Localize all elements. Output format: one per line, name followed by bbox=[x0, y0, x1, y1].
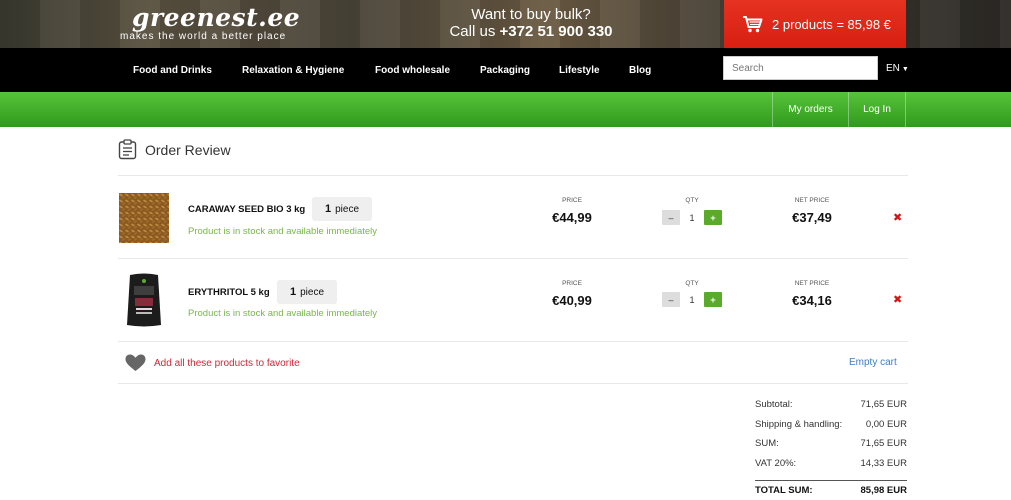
net-price: €37,49 bbox=[792, 210, 832, 225]
account-bar: My orders Log In bbox=[0, 92, 1011, 127]
product-name[interactable]: CARAWAY SEED BIO 3 kg bbox=[188, 204, 305, 215]
totals-value: 71,65 EUR bbox=[860, 438, 907, 449]
nav-blog[interactable]: Blog bbox=[629, 65, 651, 76]
increase-qty-button[interactable]: + bbox=[704, 292, 722, 307]
totals-row-shipping: Shipping & handling: 0,00 EUR bbox=[755, 419, 907, 439]
quantity-stepper: – + bbox=[662, 210, 722, 225]
piece-count-badge: 1 piece bbox=[277, 280, 338, 304]
qty-label: QTY bbox=[685, 280, 699, 287]
add-to-favorites-button[interactable]: Add all these products to favorite bbox=[125, 354, 300, 372]
net-price: €34,16 bbox=[792, 293, 832, 308]
clipboard-list-icon bbox=[118, 139, 137, 160]
price-label: PRICE bbox=[562, 197, 582, 204]
remove-item-icon[interactable]: ✖ bbox=[893, 293, 902, 306]
product-name[interactable]: ERYTHRITOL 5 kg bbox=[188, 287, 270, 298]
site-logo[interactable]: greenest.ee bbox=[132, 3, 300, 32]
language-selector[interactable]: EN ▼ bbox=[886, 63, 909, 74]
nav-relaxation-hygiene[interactable]: Relaxation & Hygiene bbox=[242, 65, 344, 76]
quantity-input[interactable] bbox=[680, 292, 704, 307]
shopping-cart-icon bbox=[743, 16, 763, 33]
page-title: Order Review bbox=[145, 141, 231, 158]
cart-item-row: CARAWAY SEED BIO 3 kg 1 piece Product is … bbox=[118, 176, 908, 258]
unit-price: €40,99 bbox=[552, 293, 592, 308]
piece-count-badge: 1 piece bbox=[312, 197, 373, 221]
heart-icon bbox=[125, 354, 146, 371]
bulk-phone-number[interactable]: +372 51 900 330 bbox=[500, 23, 613, 40]
bulk-call-prefix: Call us bbox=[449, 23, 500, 40]
product-image-caraway[interactable] bbox=[119, 193, 169, 243]
nav-food-and-drinks[interactable]: Food and Drinks bbox=[133, 65, 212, 76]
stock-status: Product is in stock and available immedi… bbox=[188, 308, 378, 319]
order-totals: Subtotal: 71,65 EUR Shipping & handling: 0… bbox=[755, 399, 907, 500]
totals-value: 0,00 EUR bbox=[865, 418, 907, 430]
empty-cart-link[interactable]: Empty cart bbox=[849, 357, 897, 368]
main-navigation: Food and Drinks Relaxation & Hygiene Foo… bbox=[0, 48, 1011, 92]
quantity-stepper: – + bbox=[662, 292, 722, 307]
totals-value: 85,98 EUR bbox=[860, 485, 907, 496]
price-label: PRICE bbox=[562, 280, 582, 287]
net-price-label: NET PRICE bbox=[794, 280, 830, 287]
piece-count: 1 bbox=[290, 286, 297, 298]
search-input[interactable] bbox=[723, 56, 878, 80]
totals-label: VAT 20%: bbox=[755, 457, 797, 469]
net-price-label: NET PRICE bbox=[794, 197, 830, 204]
caret-down-icon: ▼ bbox=[901, 66, 909, 73]
totals-label: Subtotal: bbox=[755, 399, 793, 410]
nav-packaging[interactable]: Packaging bbox=[480, 65, 530, 76]
product-image-erythritol[interactable] bbox=[124, 272, 164, 328]
bulk-order-info: Want to buy bulk? Call us +372 51 900 33… bbox=[420, 6, 642, 41]
increase-qty-button[interactable]: + bbox=[704, 210, 722, 225]
piece-unit: piece bbox=[335, 203, 360, 215]
totals-label: Shipping & handling: bbox=[755, 418, 843, 430]
totals-value: 71,65 EUR bbox=[860, 399, 907, 410]
totals-row-total: TOTAL SUM: 85,98 EUR bbox=[755, 480, 907, 500]
totals-label: TOTAL SUM: bbox=[755, 485, 813, 496]
totals-value: 14,33 EUR bbox=[860, 457, 907, 469]
nav-food-wholesale[interactable]: Food wholesale bbox=[375, 65, 450, 76]
piece-count: 1 bbox=[325, 203, 332, 215]
row-divider bbox=[118, 341, 908, 342]
totals-row-subtotal: Subtotal: 71,65 EUR bbox=[755, 399, 907, 419]
cart-item-row: ERYTHRITOL 5 kg 1 piece Product is in sto… bbox=[118, 259, 908, 341]
cart-summary-text: 2 products = 85,98 € bbox=[772, 16, 891, 32]
my-orders-link[interactable]: My orders bbox=[772, 92, 848, 127]
row-divider bbox=[118, 383, 908, 384]
decrease-qty-button[interactable]: – bbox=[662, 292, 680, 307]
totals-row-vat: VAT 20%: 14,33 EUR bbox=[755, 458, 907, 478]
decrease-qty-button[interactable]: – bbox=[662, 210, 680, 225]
cart-summary-button[interactable]: 2 products = 85,98 € bbox=[724, 0, 906, 48]
bulk-phone-line: Call us +372 51 900 330 bbox=[420, 23, 642, 41]
piece-unit: piece bbox=[300, 286, 325, 298]
totals-label: SUM: bbox=[755, 438, 779, 449]
quantity-input[interactable] bbox=[680, 210, 704, 225]
language-code: EN bbox=[886, 63, 900, 74]
add-to-favorites-label: Add all these products to favorite bbox=[154, 357, 300, 369]
qty-label: QTY bbox=[685, 197, 699, 204]
totals-row-sum: SUM: 71,65 EUR bbox=[755, 438, 907, 458]
order-review-header: Order Review bbox=[118, 139, 231, 160]
unit-price: €44,99 bbox=[552, 210, 592, 225]
log-in-link[interactable]: Log In bbox=[848, 92, 906, 127]
nav-lifestyle[interactable]: Lifestyle bbox=[559, 65, 600, 76]
stock-status: Product is in stock and available immedi… bbox=[188, 226, 378, 237]
remove-item-icon[interactable]: ✖ bbox=[893, 211, 902, 224]
site-tagline: makes the world a better place bbox=[120, 31, 287, 42]
bulk-question: Want to buy bulk? bbox=[471, 6, 591, 23]
